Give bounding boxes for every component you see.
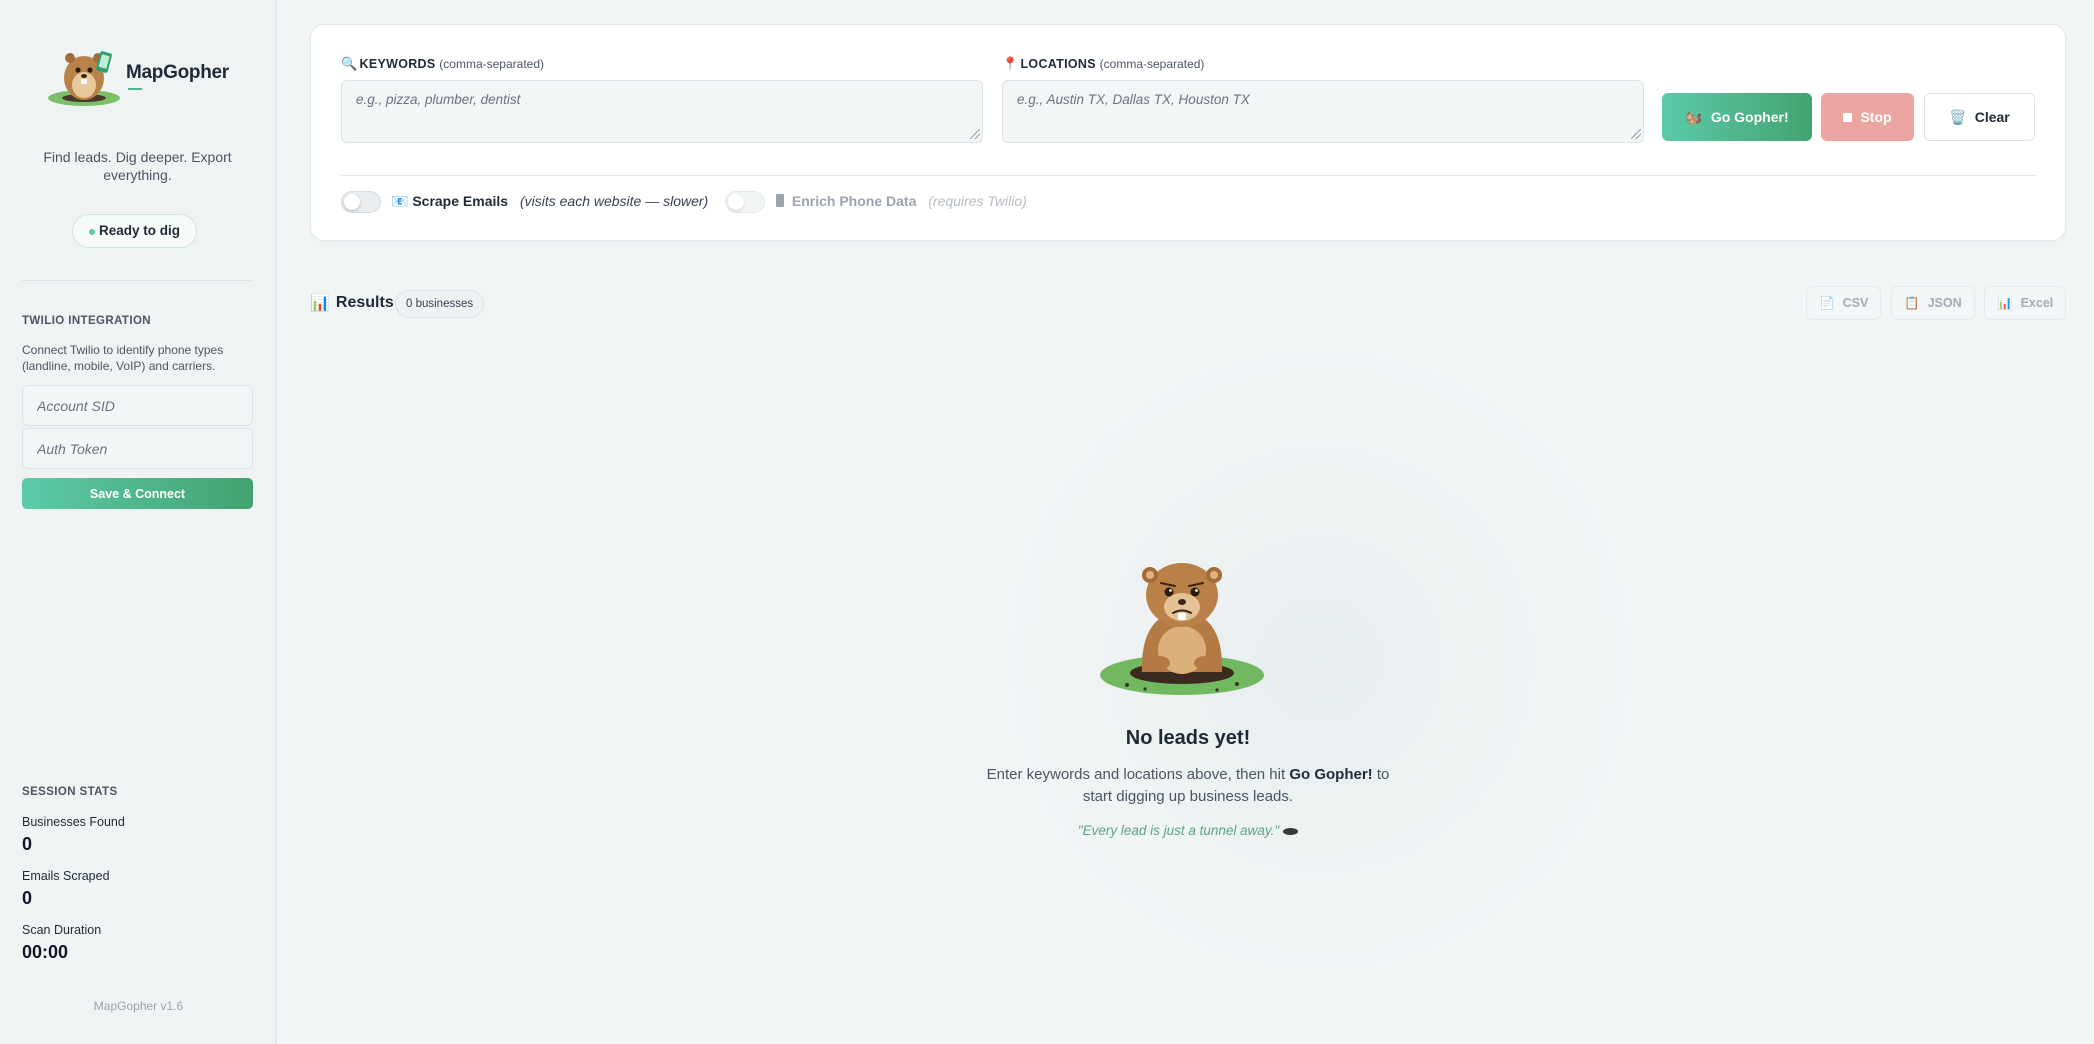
email-icon: 📧 [391, 193, 409, 209]
enrich-phone-note: (requires Twilio) [928, 193, 1027, 209]
pin-icon: 📍 [1002, 56, 1019, 71]
results-count-badge: 0 businesses [395, 290, 485, 318]
stat-value-emails: 0 [22, 888, 33, 908]
stat-label-businesses: Businesses Found [22, 815, 125, 829]
clear-button[interactable]: 🗑️ Clear [1924, 93, 2035, 141]
stat-value-duration: 00:00 [22, 942, 69, 962]
stop-square-icon [1843, 112, 1853, 122]
enrich-phone-option: Enrich Phone Data (requires Twilio) [776, 193, 1027, 209]
empty-state-glow [990, 330, 1650, 990]
export-json-button[interactable]: 📋 JSON [1891, 286, 1975, 320]
empty-state-quote: "Every lead is just a tunnel away." [985, 823, 1391, 838]
gopher-icon: 🐿️ [1685, 108, 1703, 125]
magnifier-icon: 🔍 [341, 56, 358, 71]
app-name: MapGopher [126, 62, 229, 83]
stat-label-emails: Emails Scraped [22, 869, 110, 883]
stop-button[interactable]: Stop [1821, 93, 1914, 141]
empty-state-title: No leads yet! [1125, 727, 1251, 749]
go-gopher-button[interactable]: 🐿️ Go Gopher! [1662, 93, 1812, 141]
scrape-emails-option: 📧 Scrape Emails (visits each website — s… [391, 193, 708, 210]
status-badge: Ready to dig [72, 214, 198, 248]
options-divider [341, 175, 2037, 176]
spreadsheet-icon: 📊 [1997, 295, 2013, 310]
export-excel-button[interactable]: 📊 Excel [1984, 286, 2067, 320]
search-panel: 🔍KEYWORDS (comma-separated) 📍LOCATIONS (… [310, 24, 2066, 241]
locations-input[interactable] [1002, 80, 1644, 143]
document-icon: 📋 [1904, 295, 1920, 310]
status-dot-icon [89, 229, 95, 235]
export-csv-button[interactable]: 📄 CSV [1806, 286, 1882, 320]
locations-label: 📍 LOCATIONS (comma-separated) [1002, 56, 1205, 71]
auth-token-input[interactable] [22, 428, 253, 469]
keywords-hint: (comma-separated) [439, 57, 544, 71]
results-title: 📊 Results [310, 294, 394, 312]
enrich-phone-label: Enrich Phone Data [791, 193, 917, 209]
sad-gopher-illustration [1100, 563, 1264, 695]
bar-chart-icon: 📊 [310, 295, 330, 312]
scrape-emails-toggle[interactable] [341, 191, 381, 213]
hole-icon [1283, 827, 1299, 835]
stat-label-duration: Scan Duration [22, 923, 102, 937]
account-sid-input[interactable] [22, 385, 253, 426]
twilio-description: Connect Twilio to identify phone types (… [22, 343, 224, 373]
session-stats-title: SESSION STATS [22, 786, 118, 798]
twilio-section-title: TWILIO INTEGRATION [22, 315, 151, 327]
trash-icon: 🗑️ [1949, 108, 1967, 125]
keywords-input[interactable] [341, 80, 983, 143]
file-icon: 📄 [1819, 295, 1835, 310]
scrape-emails-label: Scrape Emails [412, 193, 509, 209]
phone-icon [776, 194, 784, 207]
stat-value-businesses: 0 [22, 834, 33, 854]
enrich-phone-toggle[interactable] [725, 191, 765, 213]
empty-state-description: Enter keywords and locations above, then… [986, 766, 1390, 805]
sidebar-divider [22, 280, 251, 281]
save-connect-button[interactable]: Save & Connect [22, 478, 253, 509]
scrape-emails-note: (visits each website — slower) [519, 193, 709, 209]
sidebar: MapGopher Find leads. Dig deeper. Export… [0, 0, 277, 1044]
app-version: MapGopher v1.6 [93, 999, 184, 1013]
locations-hint: (comma-separated) [1099, 57, 1205, 71]
keywords-label: 🔍 KEYWORDS (comma-separated) [341, 56, 544, 71]
status-label: Ready to dig [99, 223, 181, 238]
tagline: Find leads. Dig deeper. Export everythin… [43, 149, 232, 183]
